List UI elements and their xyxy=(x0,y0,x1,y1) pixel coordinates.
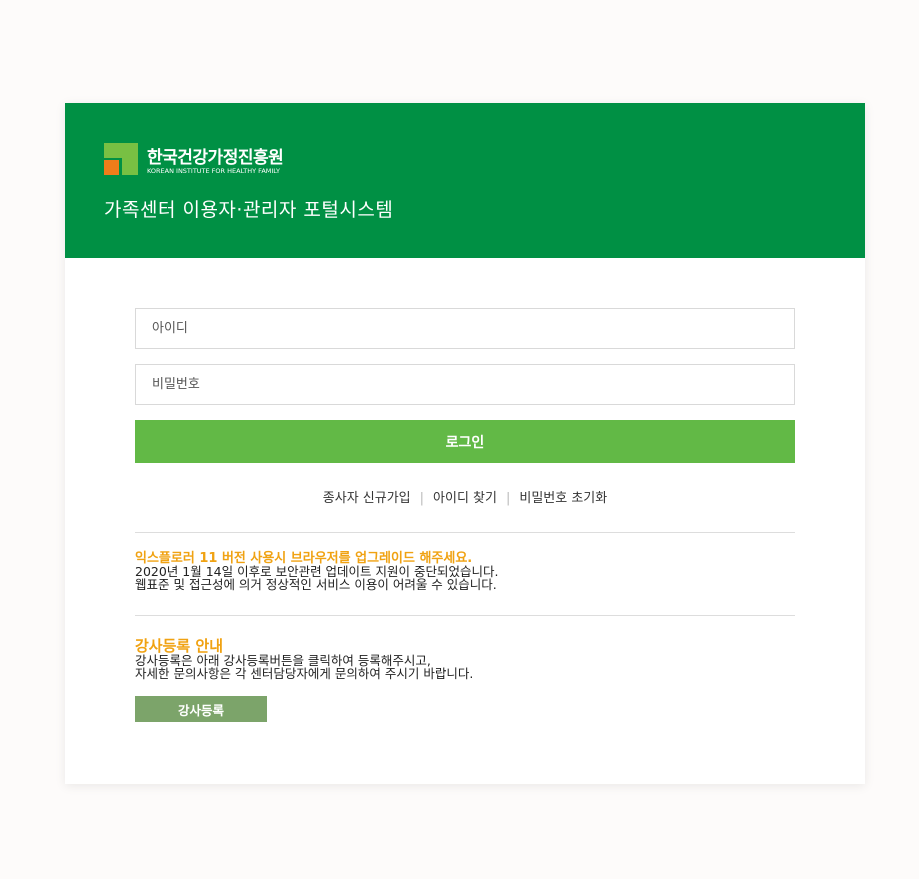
ie-notice-line: 웹표준 및 접근성에 의거 정상적인 서비스 이용이 어려울 수 있습니다. xyxy=(135,577,497,592)
header: 한국건강가정진흥원 KOREAN INSTITUTE FOR HEALTHY F… xyxy=(65,103,865,258)
ie-upgrade-notice: 익스플로러 11 버전 사용시 브라우저를 업그레이드 해주세요. 2020년 … xyxy=(135,552,795,591)
find-id-link[interactable]: 아이디 찾기 xyxy=(433,491,497,506)
signup-link[interactable]: 종사자 신규가입 xyxy=(323,491,411,506)
instructor-notice-line: 자세한 문의사항은 각 센터담당자에게 문의하여 주시기 바랍니다. xyxy=(135,666,474,681)
user-id-input[interactable] xyxy=(135,308,795,349)
instructor-notice-title: 강사등록 안내 xyxy=(135,637,224,655)
password-input[interactable] xyxy=(135,364,795,405)
reset-password-link[interactable]: 비밀번호 초기화 xyxy=(519,491,607,506)
login-button[interactable]: 로그인 xyxy=(135,420,795,463)
org-name: 한국건강가정진흥원 xyxy=(147,148,284,168)
link-separator: | xyxy=(419,491,425,506)
instructor-notice: 강사등록 안내 강사등록은 아래 강사등록버튼을 클릭하여 등록해주시고, 자세… xyxy=(135,638,795,680)
link-separator: | xyxy=(505,491,511,506)
account-links: 종사자 신규가입 | 아이디 찾기 | 비밀번호 초기화 xyxy=(135,487,795,506)
divider xyxy=(135,532,795,533)
divider xyxy=(135,615,795,616)
portal-title: 가족센터 이용자·관리자 포털시스템 xyxy=(104,199,394,221)
login-card: 한국건강가정진흥원 KOREAN INSTITUTE FOR HEALTHY F… xyxy=(65,103,865,784)
org-name-english: KOREAN INSTITUTE FOR HEALTHY FAMILY xyxy=(147,167,281,175)
kihf-logo-icon xyxy=(104,143,140,177)
instructor-register-button[interactable]: 강사등록 xyxy=(135,696,267,722)
